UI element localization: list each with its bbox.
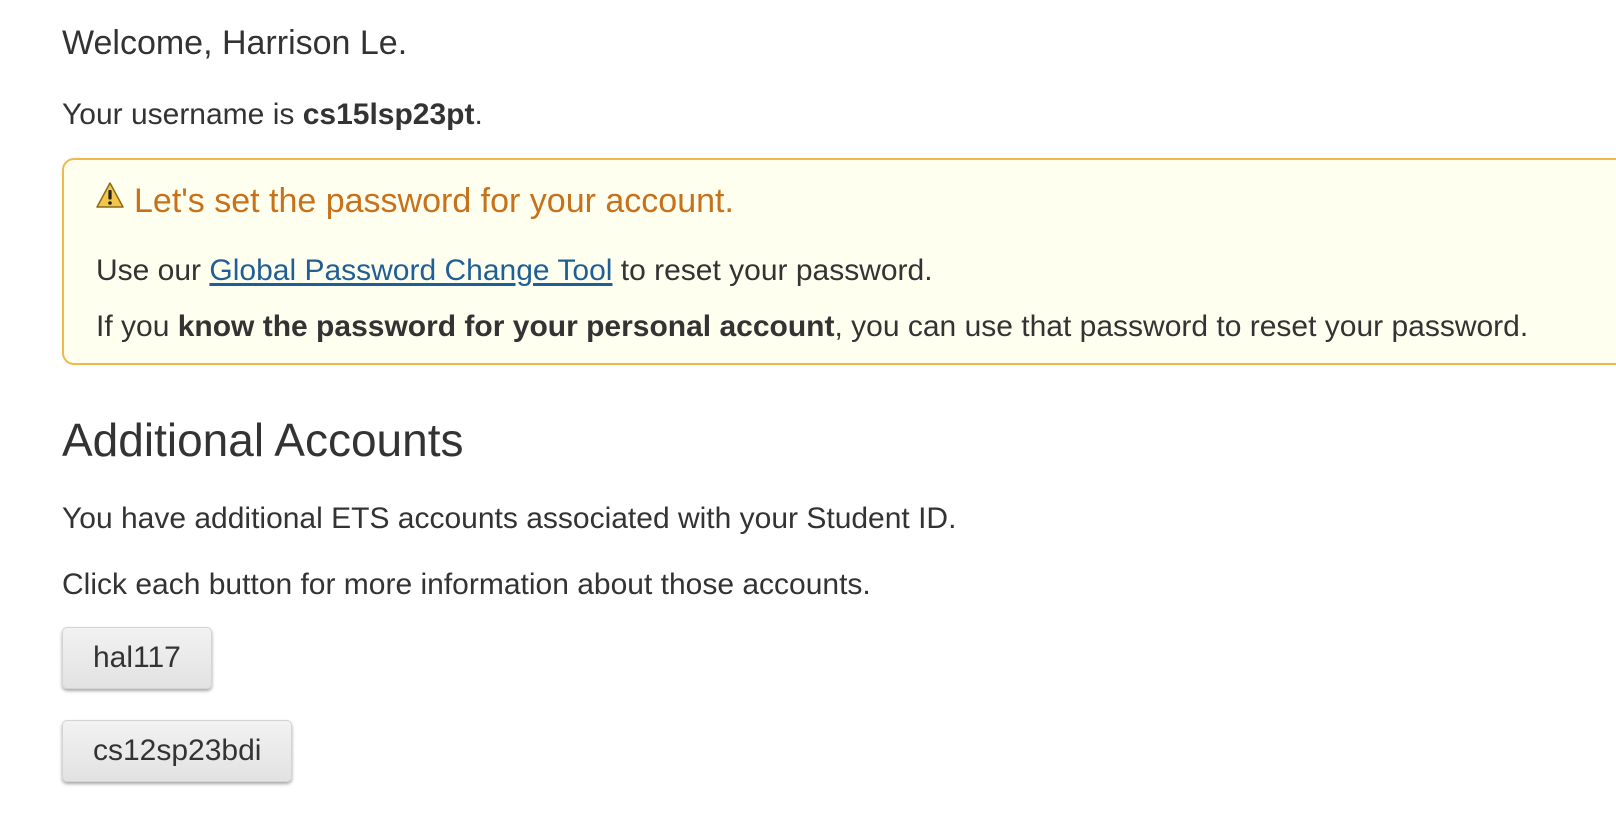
welcome-heading: Welcome, Harrison Le. — [62, 24, 408, 62]
additional-accounts-instructions: Click each button for more information a… — [62, 568, 871, 601]
alert-title: Let's set the password for your account. — [96, 180, 734, 222]
username-value: cs15lsp23pt — [302, 98, 475, 131]
alert-personal-password-note: If you know the password for your person… — [96, 308, 1528, 346]
username-prefix: Your username is — [62, 98, 303, 131]
warning-icon — [96, 182, 124, 208]
account-button-cs12sp23bdi[interactable]: cs12sp23bdi — [62, 720, 293, 782]
account-button-hal117[interactable]: hal117 — [62, 627, 212, 689]
password-alert: Let's set the password for your account.… — [62, 158, 1616, 365]
additional-accounts-description: You have additional ETS accounts associa… — [62, 502, 957, 535]
alert-title-text: Let's set the password for your account. — [134, 182, 734, 220]
username-suffix: . — [474, 98, 483, 131]
alert-line2-suffix: , you can use that password to reset you… — [834, 310, 1529, 343]
alert-line2-prefix: If you — [96, 310, 178, 343]
page: Welcome, Harrison Le. Your username is c… — [0, 0, 1616, 840]
additional-accounts-heading: Additional Accounts — [62, 414, 464, 466]
alert-line1-prefix: Use our — [96, 254, 210, 287]
alert-line1-suffix: to reset your password. — [612, 254, 933, 287]
alert-instructions: Use our Global Password Change Tool to r… — [96, 252, 933, 290]
username-line: Your username is cs15lsp23pt. — [62, 96, 483, 134]
global-password-change-tool-link[interactable]: Global Password Change Tool — [209, 254, 612, 287]
alert-line2-bold: know the password for your personal acco… — [177, 310, 835, 343]
